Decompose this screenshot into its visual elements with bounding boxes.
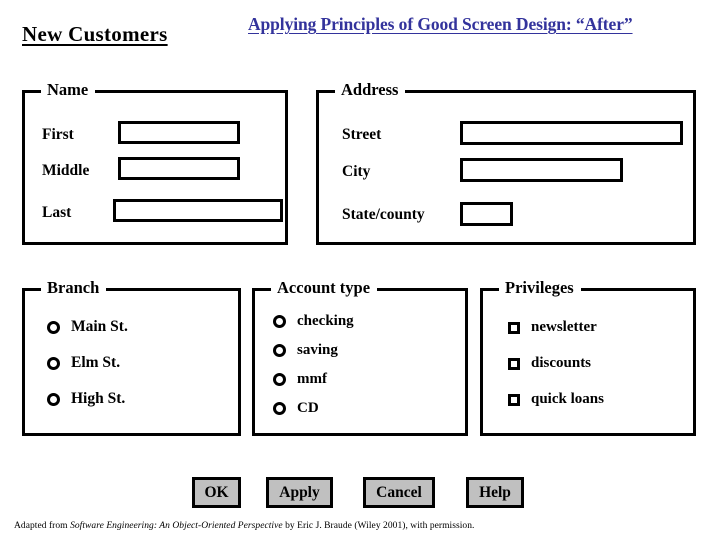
label-city: City <box>342 163 371 180</box>
option-label: saving <box>297 342 338 358</box>
label-first: First <box>42 126 74 143</box>
option-label: checking <box>297 313 354 329</box>
label-last: Last <box>42 204 72 221</box>
group-branch: Branch Main St. Elm St. High St. <box>22 278 241 436</box>
option-label: mmf <box>297 371 327 387</box>
input-first[interactable] <box>118 121 240 144</box>
input-state-county[interactable] <box>460 202 513 226</box>
help-button[interactable]: Help <box>466 477 524 508</box>
radio-branch-high-st[interactable]: High St. <box>47 390 125 408</box>
screen-design-slide: New Customers Applying Principles of Goo… <box>0 0 720 540</box>
radio-branch-main-st[interactable]: Main St. <box>47 318 128 336</box>
checkbox-privilege-quick-loans[interactable]: quick loans <box>508 391 604 408</box>
cancel-button[interactable]: Cancel <box>363 477 435 508</box>
input-city[interactable] <box>460 158 623 182</box>
radio-branch-elm-st[interactable]: Elm St. <box>47 354 120 372</box>
input-street[interactable] <box>460 121 683 145</box>
checkbox-icon <box>508 321 520 334</box>
radio-account-mmf[interactable]: mmf <box>273 371 327 388</box>
label-middle: Middle <box>42 162 90 179</box>
option-label: High St. <box>71 390 126 407</box>
radio-account-cd[interactable]: CD <box>273 400 319 417</box>
group-address: Address Street City State/county <box>316 80 696 245</box>
radio-icon <box>273 402 286 415</box>
radio-account-checking[interactable]: checking <box>273 313 354 330</box>
attribution-prefix: Adapted from <box>14 521 71 531</box>
group-branch-legend: Branch <box>41 278 107 298</box>
input-last[interactable] <box>113 199 283 222</box>
label-state-county: State/county <box>342 206 425 223</box>
option-label: Elm St. <box>71 354 121 371</box>
option-label: discounts <box>531 355 592 371</box>
radio-icon <box>273 344 286 357</box>
group-name-legend: Name <box>41 80 96 100</box>
radio-icon <box>47 320 60 334</box>
option-label: quick loans <box>531 391 604 407</box>
apply-button[interactable]: Apply <box>266 477 333 508</box>
group-privileges: Privileges newsletter discounts quick lo… <box>480 278 696 436</box>
group-address-legend: Address <box>335 80 406 100</box>
checkbox-privilege-newsletter[interactable]: newsletter <box>508 319 597 336</box>
attribution-footer: Adapted from Software Engineering: An Ob… <box>14 521 474 531</box>
checkbox-icon <box>508 393 520 406</box>
radio-account-saving[interactable]: saving <box>273 342 338 359</box>
label-street: Street <box>342 126 382 143</box>
option-label: Main St. <box>71 318 128 335</box>
slide-title: Applying Principles of Good Screen Desig… <box>248 14 633 34</box>
group-name: Name First Middle Last <box>22 80 288 245</box>
group-privileges-legend: Privileges <box>499 278 581 298</box>
radio-icon <box>273 315 286 328</box>
attribution-suffix: by Eric J. Braude (Wiley 2001), with per… <box>282 521 475 531</box>
checkbox-privilege-discounts[interactable]: discounts <box>508 355 591 372</box>
input-middle[interactable] <box>118 157 240 180</box>
group-account-type-legend: Account type <box>271 278 378 298</box>
ok-button[interactable]: OK <box>192 477 241 508</box>
attribution-book-title: Software Engineering: An Object-Oriented… <box>70 521 283 531</box>
page-title: New Customers <box>22 22 168 46</box>
radio-icon <box>47 356 60 370</box>
option-label: CD <box>297 400 319 416</box>
radio-icon <box>47 392 60 406</box>
radio-icon <box>273 373 286 386</box>
group-account-type: Account type checking saving mmf CD <box>252 278 468 436</box>
checkbox-icon <box>508 357 520 370</box>
option-label: newsletter <box>531 319 597 335</box>
